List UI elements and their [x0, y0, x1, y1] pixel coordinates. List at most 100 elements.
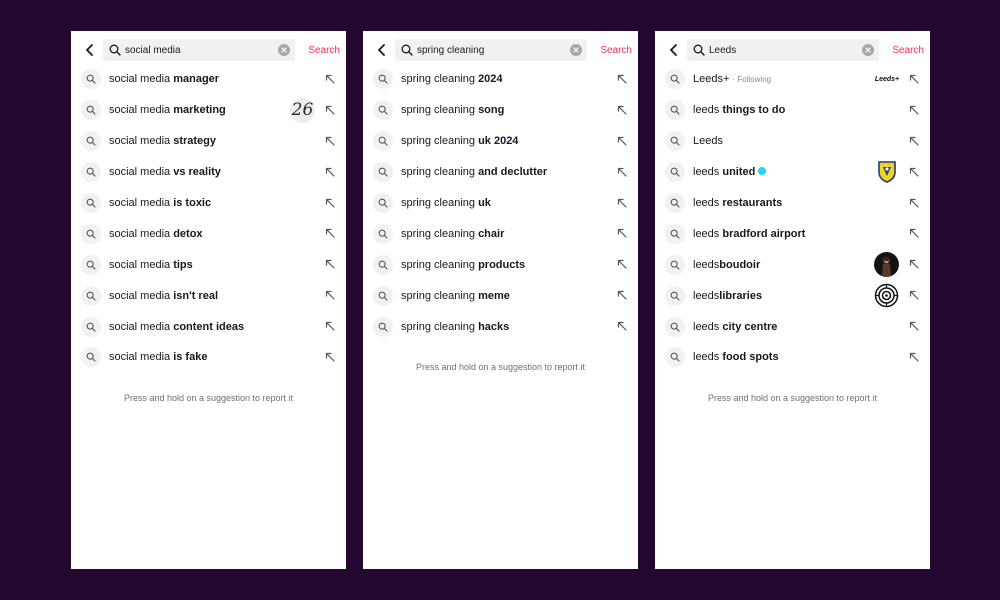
suggestion-completion: food spots: [722, 351, 779, 364]
suggestion-row[interactable]: leedsboudoir: [655, 249, 930, 280]
arrow-up-left-icon[interactable]: [908, 73, 920, 85]
suggestion-row[interactable]: social media manager: [71, 64, 346, 95]
suggestion-query: spring cleaning: [401, 289, 479, 302]
arrow-up-left-icon[interactable]: [324, 197, 336, 209]
arrow-up-left-icon[interactable]: [324, 227, 336, 239]
suggestion-row[interactable]: leeds things to do: [655, 95, 930, 126]
suggestion-row[interactable]: social media is toxic: [71, 188, 346, 219]
search-icon: [400, 44, 413, 57]
suggestion-completion: hacks: [478, 320, 510, 333]
suggestion-row[interactable]: leeds city centre: [655, 311, 930, 342]
arrow-up-left-icon[interactable]: [324, 166, 336, 178]
suggestion-row[interactable]: leeds food spots: [655, 342, 930, 373]
arrow-up-left-icon[interactable]: [616, 320, 628, 332]
search-field[interactable]: [103, 39, 295, 61]
arrow-up-left-icon[interactable]: [324, 289, 336, 301]
back-button[interactable]: [663, 39, 685, 61]
suggestion-row[interactable]: leedslibraries: [655, 280, 930, 311]
search-icon: [373, 162, 393, 183]
suggestion-text: Leeds: [693, 135, 723, 147]
back-button[interactable]: [79, 39, 101, 61]
back-button[interactable]: [371, 39, 393, 61]
arrow-up-left-icon[interactable]: [616, 227, 628, 239]
suggestion-row[interactable]: leeds restaurants: [655, 188, 930, 219]
arrow-up-left-icon[interactable]: [908, 227, 920, 239]
suggestion-text: social media manager: [109, 73, 219, 85]
suggestion-row[interactable]: spring cleaning and declutter: [363, 157, 638, 188]
suggestion-query: leeds: [693, 227, 723, 240]
arrow-up-left-icon[interactable]: [324, 135, 336, 147]
search-input[interactable]: [417, 44, 567, 56]
arrow-up-left-icon[interactable]: [908, 351, 920, 363]
suggestion-row[interactable]: leeds bradford airport: [655, 218, 930, 249]
suggestion-text: social media tips: [109, 259, 193, 271]
arrow-up-left-icon[interactable]: [616, 104, 628, 116]
suggestion-row[interactable]: spring cleaning 2024: [363, 64, 638, 95]
clear-icon[interactable]: [570, 44, 582, 56]
arrow-up-left-icon[interactable]: [908, 135, 920, 147]
arrow-up-left-icon[interactable]: [616, 73, 628, 85]
search-icon: [81, 347, 101, 368]
suggestion-row[interactable]: spring cleaning uk 2024: [363, 126, 638, 157]
suggestion-row[interactable]: social media strategy: [71, 126, 346, 157]
arrow-up-left-icon[interactable]: [908, 320, 920, 332]
arrow-up-left-icon[interactable]: [616, 166, 628, 178]
suggestion-row[interactable]: spring cleaning song: [363, 95, 638, 126]
search-icon: [108, 44, 121, 57]
suggestion-row[interactable]: spring cleaning hacks: [363, 311, 638, 342]
suggestion-row[interactable]: social media detox: [71, 218, 346, 249]
suggestion-row[interactable]: spring cleaning uk: [363, 188, 638, 219]
search-button[interactable]: Search: [308, 45, 340, 56]
search-button[interactable]: Search: [600, 45, 632, 56]
suggestion-completion: is fake: [173, 351, 208, 364]
suggestion-text: spring cleaning chair: [401, 228, 504, 240]
suggestion-row[interactable]: Leeds+ · Following Leeds+: [655, 64, 930, 95]
search-field[interactable]: [395, 39, 587, 61]
suggestion-completion: bradford airport: [722, 227, 806, 240]
suggestion-query: spring cleaning: [401, 197, 479, 209]
suggestion-text: spring cleaning hacks: [401, 321, 509, 333]
suggestion-text: social media isn't real: [109, 290, 218, 302]
arrow-up-left-icon[interactable]: [616, 135, 628, 147]
search-icon: [81, 254, 101, 275]
search-icon: [373, 193, 393, 213]
arrow-up-left-icon[interactable]: [324, 258, 336, 270]
suggestion-row[interactable]: Leeds: [655, 126, 930, 157]
arrow-up-left-icon[interactable]: [324, 320, 336, 332]
suggestion-query: spring cleaning: [401, 166, 479, 179]
search-icon: [665, 347, 685, 368]
search-panel-3: Search Leeds+· FollowingLeeds+leeds thing…: [655, 31, 930, 569]
suggestion-query: leeds: [693, 289, 720, 302]
suggestion-query: social media: [109, 320, 174, 333]
arrow-up-left-icon[interactable]: [908, 166, 920, 178]
arrow-up-left-icon[interactable]: [324, 73, 336, 85]
suggestion-row[interactable]: social media content ideas: [71, 311, 346, 342]
search-button[interactable]: Search: [892, 45, 924, 56]
arrow-up-left-icon[interactable]: [908, 197, 920, 209]
arrow-up-left-icon[interactable]: [908, 104, 920, 116]
search-input[interactable]: [125, 44, 275, 56]
suggestion-query: spring cleaning: [401, 104, 479, 117]
arrow-up-left-icon[interactable]: [616, 197, 628, 209]
arrow-up-left-icon[interactable]: [908, 258, 920, 270]
suggestion-row[interactable]: social media is fake: [71, 342, 346, 373]
suggestion-query: spring cleaning: [401, 73, 479, 86]
suggestion-row[interactable]: spring cleaning products: [363, 249, 638, 280]
suggestion-row[interactable]: leeds united: [655, 157, 930, 188]
suggestion-row[interactable]: social media tips: [71, 249, 346, 280]
search-input[interactable]: [709, 44, 859, 56]
clear-icon[interactable]: [862, 44, 874, 56]
suggestion-row[interactable]: social media isn't real: [71, 280, 346, 311]
suggestion-row[interactable]: social media vs reality: [71, 157, 346, 188]
arrow-up-left-icon[interactable]: [616, 258, 628, 270]
arrow-up-left-icon[interactable]: [616, 289, 628, 301]
arrow-up-left-icon[interactable]: [324, 104, 336, 116]
arrow-up-left-icon[interactable]: [908, 289, 920, 301]
search-field[interactable]: [687, 39, 879, 61]
arrow-up-left-icon[interactable]: [324, 351, 336, 363]
suggestion-row[interactable]: spring cleaning chair: [363, 218, 638, 249]
suggestion-text: social media strategy: [109, 135, 216, 147]
suggestion-row[interactable]: spring cleaning meme: [363, 280, 638, 311]
suggestion-row[interactable]: social media marketing 26: [71, 95, 346, 126]
clear-icon[interactable]: [278, 44, 290, 56]
